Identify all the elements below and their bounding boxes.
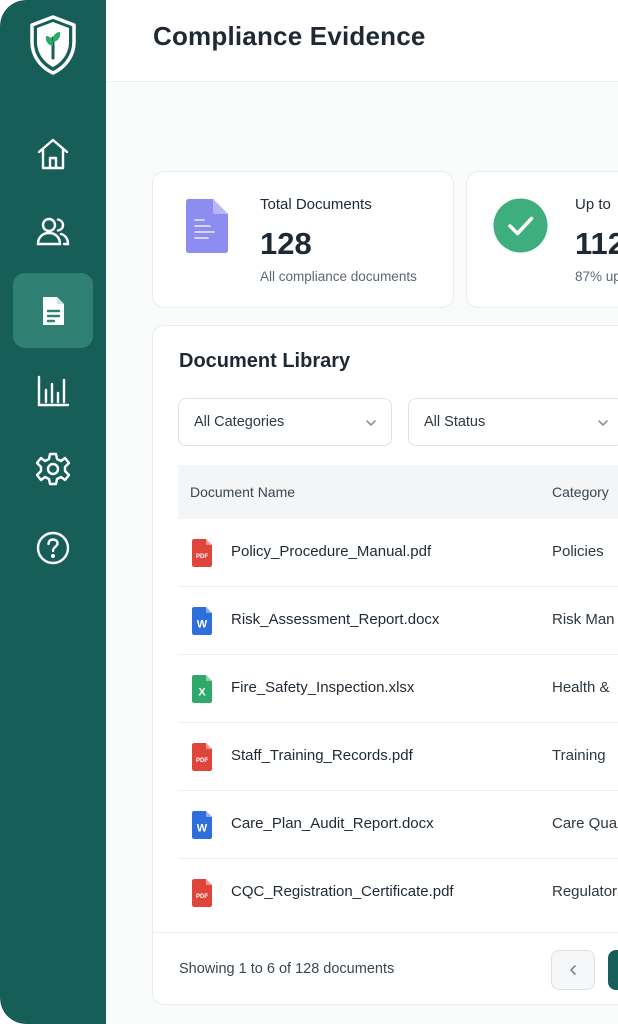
document-name[interactable]: CQC_Registration_Certificate.pdf (231, 883, 454, 900)
table-row[interactable]: PDF CQC_Registration_Certificate.pdf Regul… (178, 859, 618, 927)
shield-logo-icon (30, 15, 76, 75)
gear-icon (35, 452, 71, 485)
header: Compliance Evidence (106, 0, 618, 82)
svg-text:W: W (197, 619, 208, 631)
sidebar (0, 0, 106, 1024)
svg-text:PDF: PDF (196, 758, 208, 764)
document-name[interactable]: Staff_Training_Records.pdf (231, 747, 413, 764)
table-row[interactable]: PDF Staff_Training_Records.pdf Training (178, 723, 618, 791)
word-file-icon: W (192, 607, 212, 635)
table-row[interactable]: X Fire_Safety_Inspection.xlsx Health & (178, 655, 618, 723)
table-header: Document Name Category (178, 465, 618, 519)
nav-reports[interactable] (13, 353, 93, 428)
document-category: Regulator (552, 883, 618, 900)
document-name[interactable]: Care_Plan_Audit_Report.docx (231, 815, 434, 832)
svg-text:PDF: PDF (196, 894, 208, 900)
table-row[interactable]: W Risk_Assessment_Report.docx Risk Man (178, 587, 618, 655)
document-category: Risk Man (552, 611, 615, 628)
stat-title: Up to (575, 196, 611, 213)
pdf-file-icon: PDF (192, 539, 212, 567)
nav-help[interactable] (13, 510, 93, 585)
nav-settings[interactable] (13, 431, 93, 506)
app-window: Compliance Evidence Total Documents 128 … (0, 0, 618, 1024)
document-category: Care Qua (552, 815, 618, 832)
users-icon (36, 217, 70, 245)
page-title: Compliance Evidence (153, 21, 426, 51)
document-library: Document Library All Categories All Stat… (152, 325, 618, 1005)
category-filter-select[interactable]: All Categories (178, 398, 392, 446)
bar-chart-icon (37, 375, 70, 406)
help-icon (36, 531, 70, 564)
pdf-file-icon: PDF (192, 879, 212, 907)
column-header-document-name[interactable]: Document Name (190, 484, 295, 500)
document-category: Policies (552, 543, 604, 560)
stat-value: 112 (575, 226, 618, 261)
svg-text:X: X (198, 687, 206, 699)
document-category: Training (552, 747, 606, 764)
table-row[interactable]: W Care_Plan_Audit_Report.docx Care Qua (178, 791, 618, 859)
table-row[interactable]: PDF Policy_Procedure_Manual.pdf Policies (178, 519, 618, 587)
status-filter-value: All Status (424, 414, 486, 430)
divider (153, 932, 618, 933)
document-name[interactable]: Risk_Assessment_Report.docx (231, 611, 439, 628)
excel-file-icon: X (192, 675, 212, 703)
stat-subtitle: 87% up (575, 269, 618, 284)
stat-card-up-to-date: Up to 112 87% up (466, 171, 618, 308)
document-name[interactable]: Fire_Safety_Inspection.xlsx (231, 679, 414, 696)
pagination-summary: Showing 1 to 6 of 128 documents (179, 961, 395, 977)
document-category: Health & (552, 679, 610, 696)
svg-text:W: W (197, 823, 208, 835)
stat-value: 128 (260, 226, 312, 261)
previous-page-button[interactable] (551, 950, 595, 990)
word-file-icon: W (192, 811, 212, 839)
nav-home[interactable] (13, 116, 93, 191)
stat-subtitle: All compliance documents (260, 269, 417, 284)
nav-documents[interactable] (13, 273, 93, 348)
current-page-button[interactable] (608, 950, 618, 990)
document-icon (186, 199, 228, 253)
nav-users[interactable] (13, 193, 93, 268)
category-filter-value: All Categories (194, 414, 285, 430)
chevron-down-icon (598, 420, 608, 426)
chevron-down-icon (366, 420, 376, 426)
svg-text:PDF: PDF (196, 554, 208, 560)
document-name[interactable]: Policy_Procedure_Manual.pdf (231, 543, 431, 560)
chevron-left-icon (570, 965, 576, 975)
document-icon (43, 296, 64, 325)
pdf-file-icon: PDF (192, 743, 212, 771)
library-title: Document Library (179, 350, 351, 372)
stat-card-total-documents: Total Documents 128 All compliance docum… (152, 171, 454, 308)
status-filter-select[interactable]: All Status (408, 398, 618, 446)
column-header-category[interactable]: Category (552, 484, 609, 500)
home-icon (37, 138, 69, 169)
check-circle-icon (493, 198, 548, 253)
stat-title: Total Documents (260, 196, 372, 213)
